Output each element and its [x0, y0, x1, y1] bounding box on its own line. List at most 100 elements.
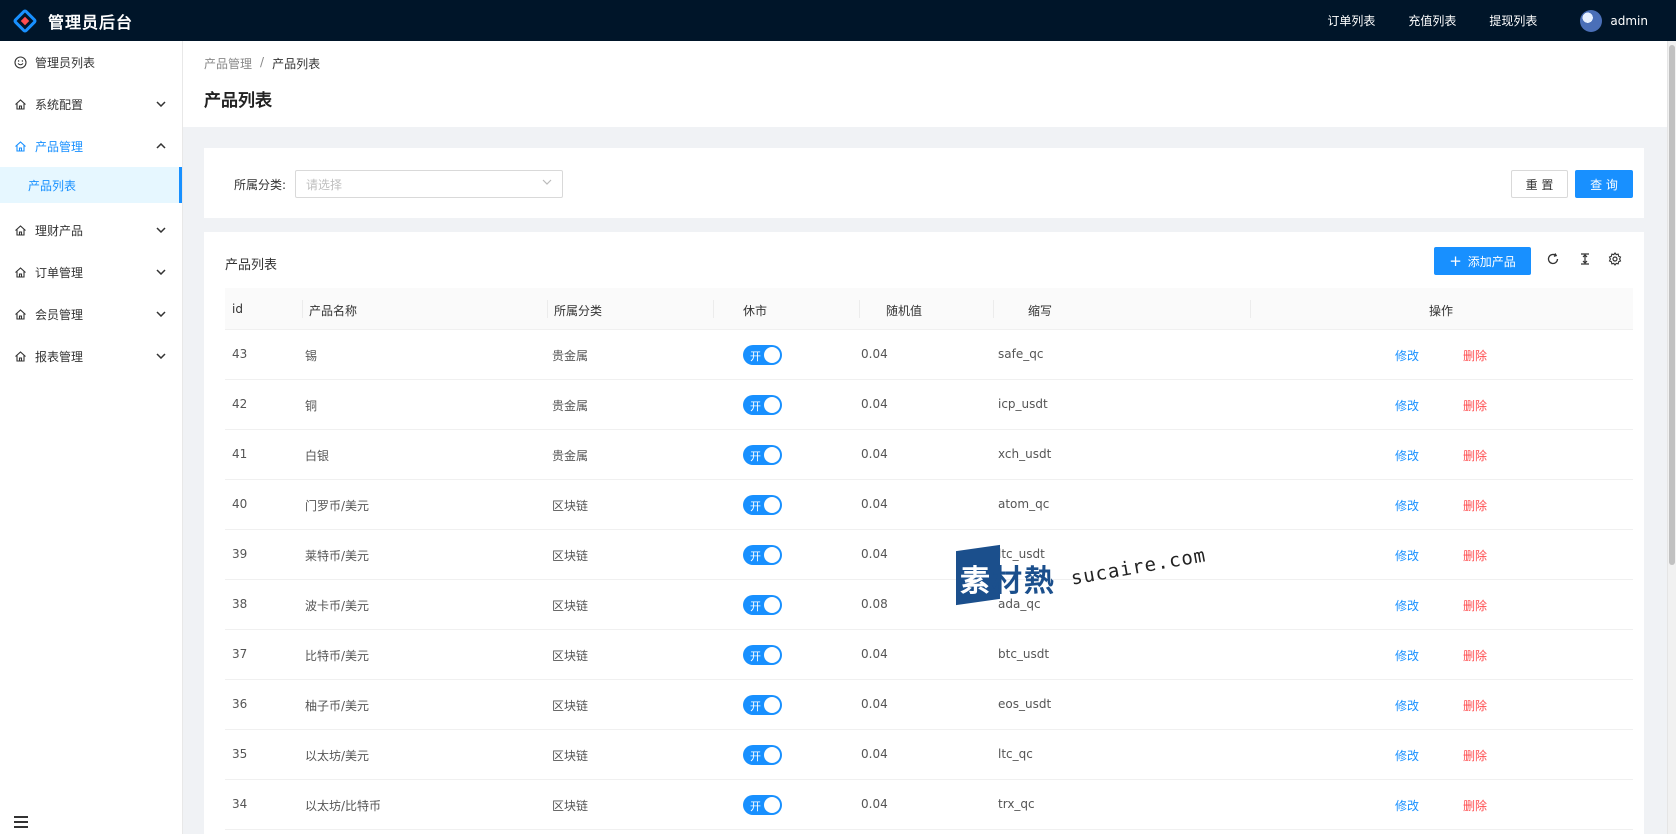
chevron-up-icon	[156, 141, 166, 152]
cell-abbr: ltc_usdt	[998, 547, 1045, 561]
column-header-name[interactable]: 产品名称	[309, 302, 357, 319]
edit-link[interactable]: 修改	[1395, 747, 1419, 764]
table-row: 34 以太坊/比特币 区块链 开 0.04 trx_qc 修改 删除	[225, 780, 1633, 830]
toggle-knob	[764, 547, 780, 563]
delete-link[interactable]: 删除	[1463, 597, 1487, 614]
cell-abbr: xch_usdt	[998, 447, 1052, 461]
sidebar-item-product-management[interactable]: 产品管理	[0, 125, 182, 167]
cell-abbr: btc_usdt	[998, 647, 1050, 661]
cell-random: 0.04	[861, 797, 888, 811]
user-name: admin	[1610, 13, 1648, 28]
sidebar-item-report-management[interactable]: 报表管理	[0, 335, 182, 377]
cell-category: 区块链	[552, 649, 589, 663]
category-select[interactable]: 请选择	[295, 170, 563, 198]
cell-random: 0.08	[861, 597, 888, 611]
reload-icon[interactable]	[1544, 250, 1562, 268]
column-divider	[302, 300, 303, 318]
cell-id: 38	[232, 597, 248, 611]
cell-abbr: eos_usdt	[998, 697, 1052, 711]
cell-id: 39	[232, 547, 248, 561]
chevron-down-icon	[156, 99, 166, 110]
reset-button[interactable]: 重 置	[1511, 170, 1568, 198]
cell-name: 柚子币/美元	[305, 699, 370, 713]
delete-link[interactable]: 删除	[1463, 497, 1487, 514]
logo[interactable]: 管理员后台	[0, 7, 183, 34]
closed-toggle[interactable]: 开	[743, 545, 782, 565]
column-header-category[interactable]: 所属分类	[554, 302, 602, 319]
closed-toggle[interactable]: 开	[743, 645, 782, 665]
edit-link[interactable]: 修改	[1395, 797, 1419, 814]
delete-link[interactable]: 删除	[1463, 547, 1487, 564]
delete-link[interactable]: 删除	[1463, 797, 1487, 814]
chevron-down-icon	[156, 225, 166, 236]
table-row: 35 以太坊/美元 区块链 开 0.04 ltc_qc 修改 删除	[225, 730, 1633, 780]
column-height-icon[interactable]	[1576, 250, 1594, 268]
column-header-id[interactable]: id	[232, 302, 243, 316]
cell-name: 门罗币/美元	[305, 499, 370, 513]
edit-link[interactable]: 修改	[1395, 697, 1419, 714]
top-nav: 订单列表 充值列表 提现列表 admin	[1327, 0, 1676, 41]
breadcrumb-current: 产品列表	[272, 57, 321, 71]
sidebar-item-wealth-products[interactable]: 理财产品	[0, 209, 182, 251]
cell-id: 40	[232, 497, 248, 511]
sidebar-item-system-config[interactable]: 系统配置	[0, 83, 182, 125]
closed-toggle[interactable]: 开	[743, 595, 782, 615]
cell-name: 波卡币/美元	[305, 599, 370, 613]
breadcrumb-item[interactable]: 产品管理	[204, 55, 252, 72]
closed-toggle[interactable]: 开	[743, 745, 782, 765]
toggle-label: 开	[750, 650, 761, 663]
cell-category: 区块链	[552, 599, 589, 613]
column-header-random[interactable]: 随机值	[886, 302, 922, 319]
column-header-abbr[interactable]: 缩写	[1028, 302, 1052, 319]
edit-link[interactable]: 修改	[1395, 347, 1419, 364]
cell-category: 区块链	[552, 699, 589, 713]
table-row: 40 门罗币/美元 区块链 开 0.04 atom_qc 修改 删除	[225, 480, 1633, 530]
edit-link[interactable]: 修改	[1395, 497, 1419, 514]
toggle-knob	[764, 347, 780, 363]
query-button[interactable]: 查 询	[1575, 170, 1633, 198]
delete-link[interactable]: 删除	[1463, 447, 1487, 464]
delete-link[interactable]: 删除	[1463, 347, 1487, 364]
add-product-button[interactable]: + 添加产品	[1434, 247, 1531, 275]
edit-link[interactable]: 修改	[1395, 647, 1419, 664]
cell-id: 36	[232, 697, 248, 711]
column-divider	[713, 300, 714, 318]
table-row: 42 铜 贵金属 开 0.04 icp_usdt 修改 删除	[225, 380, 1633, 430]
column-header-closed[interactable]: 休市	[743, 302, 767, 319]
cell-random: 0.04	[861, 347, 888, 361]
edit-link[interactable]: 修改	[1395, 547, 1419, 564]
logo-icon	[12, 7, 38, 34]
cell-abbr: icp_usdt	[998, 397, 1048, 411]
scrollbar-thumb[interactable]	[1669, 45, 1675, 565]
edit-link[interactable]: 修改	[1395, 447, 1419, 464]
delete-link[interactable]: 删除	[1463, 747, 1487, 764]
sidebar-item-member-management[interactable]: 会员管理	[0, 293, 182, 335]
closed-toggle[interactable]: 开	[743, 345, 782, 365]
toggle-knob	[764, 397, 780, 413]
nav-withdraw-list[interactable]: 提现列表	[1489, 12, 1537, 29]
toggle-label: 开	[750, 750, 761, 763]
closed-toggle[interactable]: 开	[743, 495, 782, 515]
closed-toggle[interactable]: 开	[743, 445, 782, 465]
delete-link[interactable]: 删除	[1463, 647, 1487, 664]
edit-link[interactable]: 修改	[1395, 397, 1419, 414]
top-header: 管理员后台 订单列表 充值列表 提现列表 admin	[0, 0, 1676, 41]
closed-toggle[interactable]: 开	[743, 795, 782, 815]
page-scrollbar[interactable]	[1667, 41, 1676, 834]
delete-link[interactable]: 删除	[1463, 697, 1487, 714]
home-icon	[14, 308, 27, 321]
sidebar-item-admin-list[interactable]: 管理员列表	[0, 41, 182, 83]
sidebar-item-order-management[interactable]: 订单管理	[0, 251, 182, 293]
toggle-label: 开	[750, 800, 761, 813]
setting-icon[interactable]	[1606, 250, 1624, 268]
closed-toggle[interactable]: 开	[743, 695, 782, 715]
sidebar-subitem-product-list[interactable]: 产品列表	[0, 167, 182, 203]
nav-recharge-list[interactable]: 充值列表	[1408, 12, 1456, 29]
nav-order-list[interactable]: 订单列表	[1327, 12, 1375, 29]
table-body: 43 锡贵金属开 0.04 safe_qc 修改 删除 42 铜贵金属开 0.04 icp_usd…	[225, 330, 1633, 830]
delete-link[interactable]: 删除	[1463, 397, 1487, 414]
closed-toggle[interactable]: 开	[743, 395, 782, 415]
menu-fold-icon[interactable]	[14, 816, 28, 828]
user-menu[interactable]: admin	[1580, 9, 1648, 32]
edit-link[interactable]: 修改	[1395, 597, 1419, 614]
